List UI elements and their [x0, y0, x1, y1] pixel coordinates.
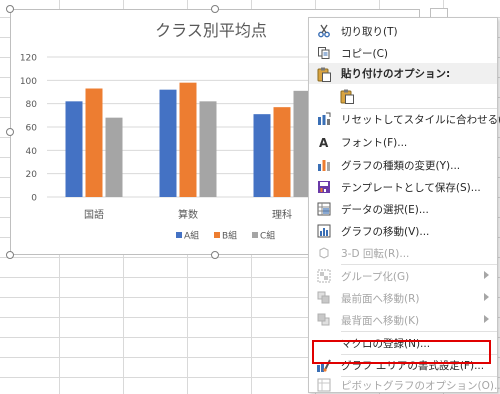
- submenu-arrow-icon: [484, 315, 489, 323]
- bring-front-icon: [316, 290, 332, 306]
- send-back-icon: [316, 312, 332, 328]
- bar: [105, 117, 123, 197]
- bar: [273, 107, 291, 197]
- legend-swatch: [214, 232, 220, 238]
- legend-swatch: [252, 232, 258, 238]
- y-tick-label: 100: [20, 77, 37, 87]
- menu-item-group: グループ化(G): [309, 265, 497, 287]
- menu-item-label: グラフの移動(V)...: [341, 225, 430, 238]
- highlight-box: [312, 340, 491, 364]
- legend-swatch: [176, 232, 182, 238]
- menu-item-label: 切り取り(T): [341, 25, 398, 38]
- y-tick-label: 20: [26, 170, 38, 180]
- scissors-icon: [316, 23, 332, 39]
- group-icon: [316, 268, 332, 284]
- bar: [199, 101, 217, 197]
- menu-item-label: グループ化(G): [341, 270, 410, 283]
- resize-handle-top-left[interactable]: [6, 5, 14, 13]
- y-tick-label: 120: [20, 54, 37, 64]
- menu-item-label: 貼り付けのオプション:: [341, 68, 451, 80]
- menu-item-chart-type[interactable]: グラフの種類の変更(Y)...: [309, 154, 497, 176]
- menu-item-label: 最背面へ移動(K): [341, 314, 420, 327]
- menu-item-scissors[interactable]: 切り取り(T): [309, 20, 497, 42]
- context-menu: 切り取り(T) コピー(C) 貼り付けのオプション: リセットしてスタイルに合わせる(…: [308, 17, 500, 394]
- submenu-arrow-icon: [484, 293, 489, 301]
- font-icon: A: [316, 134, 332, 150]
- menu-item-label: 最前面へ移動(R): [341, 292, 420, 305]
- pivot-options-icon: [316, 377, 332, 393]
- resize-handle-left-middle[interactable]: [6, 128, 14, 136]
- submenu-arrow-icon: [484, 271, 489, 279]
- y-tick-label: 80: [26, 100, 38, 110]
- bar: [65, 101, 83, 197]
- menu-item-send-back: 最背面へ移動(K): [309, 309, 497, 331]
- menu-item-copy[interactable]: コピー(C): [309, 42, 497, 64]
- menu-item-bring-front: 最前面へ移動(R): [309, 287, 497, 309]
- select-data-icon: [316, 201, 332, 217]
- menu-item-label: テンプレートとして保存(S)...: [341, 181, 481, 194]
- save-template-icon: [316, 179, 332, 195]
- rotate-3d-icon: [316, 245, 332, 261]
- menu-item-move-chart[interactable]: グラフの移動(V)...: [309, 220, 497, 242]
- legend-label: B組: [222, 230, 237, 242]
- menu-item-paste[interactable]: [309, 84, 497, 108]
- reset-style-icon: [316, 111, 332, 127]
- legend-label: A組: [184, 230, 199, 242]
- y-tick-label: 0: [31, 194, 37, 204]
- x-tick-label: 算数: [178, 208, 198, 221]
- x-tick-label: 理科: [272, 208, 292, 221]
- menu-item-font[interactable]: A フォント(F)...: [309, 131, 497, 153]
- menu-item-label: ピボットグラフのオプション(O)...: [341, 379, 500, 392]
- menu-item-save-template[interactable]: テンプレートとして保存(S)...: [309, 176, 497, 198]
- move-chart-icon: [316, 223, 332, 239]
- resize-handle-bottom-left[interactable]: [6, 251, 14, 259]
- menu-item-rotate-3d: 3-D 回転(R)...: [309, 242, 497, 264]
- menu-item-label: フォント(F)...: [341, 136, 408, 149]
- resize-handle-top-center[interactable]: [211, 5, 219, 13]
- menu-item-paste-options: 貼り付けのオプション:: [309, 63, 497, 84]
- menu-item-reset-style[interactable]: リセットしてスタイルに合わせる(A): [309, 108, 500, 130]
- bar: [179, 82, 197, 197]
- paste-options-icon: [316, 66, 332, 82]
- menu-item-label: コピー(C): [341, 47, 389, 60]
- x-tick-label: 国語: [84, 208, 104, 221]
- y-tick-label: 60: [26, 124, 38, 134]
- svg-text:A: A: [319, 136, 329, 149]
- menu-item-label: リセットしてスタイルに合わせる(A): [341, 113, 500, 126]
- y-tick-label: 40: [26, 147, 38, 157]
- chart-type-icon: [316, 157, 332, 173]
- copy-icon: [316, 45, 332, 61]
- menu-item-select-data[interactable]: データの選択(E)...: [309, 198, 497, 220]
- legend-label: C組: [260, 230, 275, 242]
- chart-title: クラス別平均点: [155, 21, 267, 40]
- bar: [253, 114, 271, 197]
- menu-item-label: データの選択(E)...: [341, 203, 429, 216]
- menu-item-pivot-options: ピボットグラフのオプション(O)...: [309, 376, 500, 394]
- paste-icon: [339, 88, 355, 104]
- bar: [159, 89, 177, 197]
- menu-item-label: 3-D 回転(R)...: [341, 247, 410, 260]
- bar: [85, 88, 103, 197]
- resize-handle-bottom-center[interactable]: [211, 251, 219, 259]
- menu-item-label: グラフの種類の変更(Y)...: [341, 159, 461, 172]
